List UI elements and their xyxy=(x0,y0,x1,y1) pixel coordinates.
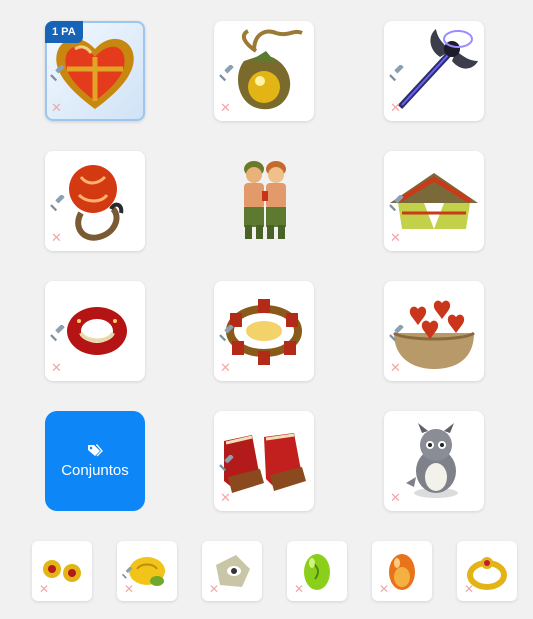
pet-slot[interactable]: ✕ xyxy=(384,411,484,511)
ring-left-slot[interactable]: ✕ xyxy=(45,151,145,251)
remove-x-icon[interactable]: ✕ xyxy=(220,102,231,115)
hammer-icon[interactable] xyxy=(50,195,70,213)
remove-x-icon[interactable]: ✕ xyxy=(390,102,401,115)
sets-button[interactable]: Conjuntos xyxy=(45,411,145,511)
remove-x-icon[interactable]: ✕ xyxy=(390,232,401,245)
remove-x-icon[interactable]: ✕ xyxy=(294,583,304,595)
hat-pendant-slot[interactable]: ✕ xyxy=(214,21,314,121)
character-preview xyxy=(214,151,314,251)
dofus-slot-6[interactable]: ✕ xyxy=(457,541,517,601)
weapon-slot[interactable]: ✕ xyxy=(384,21,484,121)
dofus-slot-5[interactable]: ✕ xyxy=(372,541,432,601)
hammer-icon[interactable] xyxy=(219,455,239,473)
sets-button-label: Conjuntos xyxy=(61,461,129,479)
character-preview-icon xyxy=(244,161,286,239)
hammer-icon[interactable] xyxy=(389,65,409,83)
remove-x-icon[interactable]: ✕ xyxy=(39,583,49,595)
hammer-icon[interactable] xyxy=(122,567,136,580)
remove-x-icon[interactable]: ✕ xyxy=(390,492,401,505)
dofus-slot-2[interactable]: ✕ xyxy=(117,541,177,601)
ring-right-slot[interactable]: ✕ xyxy=(45,281,145,381)
boots-slot[interactable]: ✕ xyxy=(214,411,314,511)
dofus-slot-3[interactable]: ✕ xyxy=(202,541,262,601)
hammer-icon[interactable] xyxy=(50,65,70,83)
hammer-icon[interactable] xyxy=(50,325,70,343)
dofus-slot-4[interactable]: ✕ xyxy=(287,541,347,601)
remove-x-icon[interactable]: ✕ xyxy=(464,583,474,595)
remove-x-icon[interactable]: ✕ xyxy=(51,232,62,245)
tags-icon xyxy=(88,443,103,456)
dofus-slot-1[interactable]: ✕ xyxy=(32,541,92,601)
remove-x-icon[interactable]: ✕ xyxy=(379,583,389,595)
shield-slot[interactable]: ✕ xyxy=(384,281,484,381)
hammer-icon[interactable] xyxy=(219,65,239,83)
belt-slot[interactable]: ✕ xyxy=(214,281,314,381)
hammer-icon[interactable] xyxy=(219,325,239,343)
hammer-icon[interactable] xyxy=(389,325,409,343)
remove-x-icon[interactable]: ✕ xyxy=(209,583,219,595)
remove-x-icon[interactable]: ✕ xyxy=(51,362,62,375)
action-points-badge: 1 PA xyxy=(45,21,83,43)
remove-x-icon[interactable]: ✕ xyxy=(390,362,401,375)
remove-x-icon[interactable]: ✕ xyxy=(124,583,134,595)
hammer-icon[interactable] xyxy=(389,195,409,213)
remove-x-icon[interactable]: ✕ xyxy=(220,362,231,375)
amulet-slot[interactable]: 1 PA ✕ xyxy=(45,21,145,121)
remove-x-icon[interactable]: ✕ xyxy=(220,492,231,505)
cape-slot[interactable]: ✕ xyxy=(384,151,484,251)
remove-x-icon[interactable]: ✕ xyxy=(51,102,62,115)
